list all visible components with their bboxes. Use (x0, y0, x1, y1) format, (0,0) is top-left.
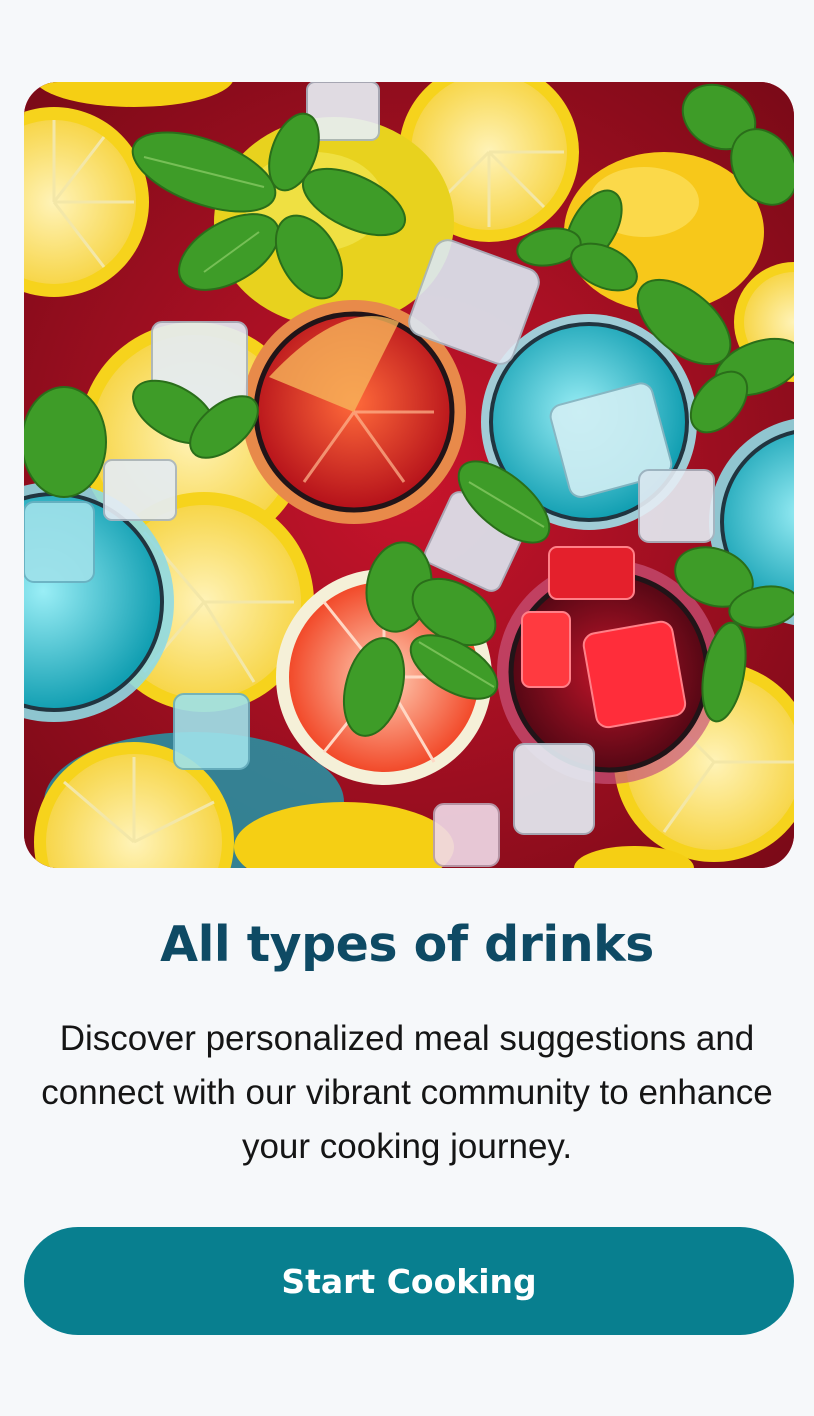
drinks-illustration (24, 82, 794, 868)
description-text: Discover personalized meal suggestions a… (41, 1019, 773, 1166)
hero-image (24, 82, 794, 868)
page-title: All types of drinks (160, 916, 654, 973)
start-cooking-button[interactable]: Start Cooking (24, 1227, 794, 1335)
